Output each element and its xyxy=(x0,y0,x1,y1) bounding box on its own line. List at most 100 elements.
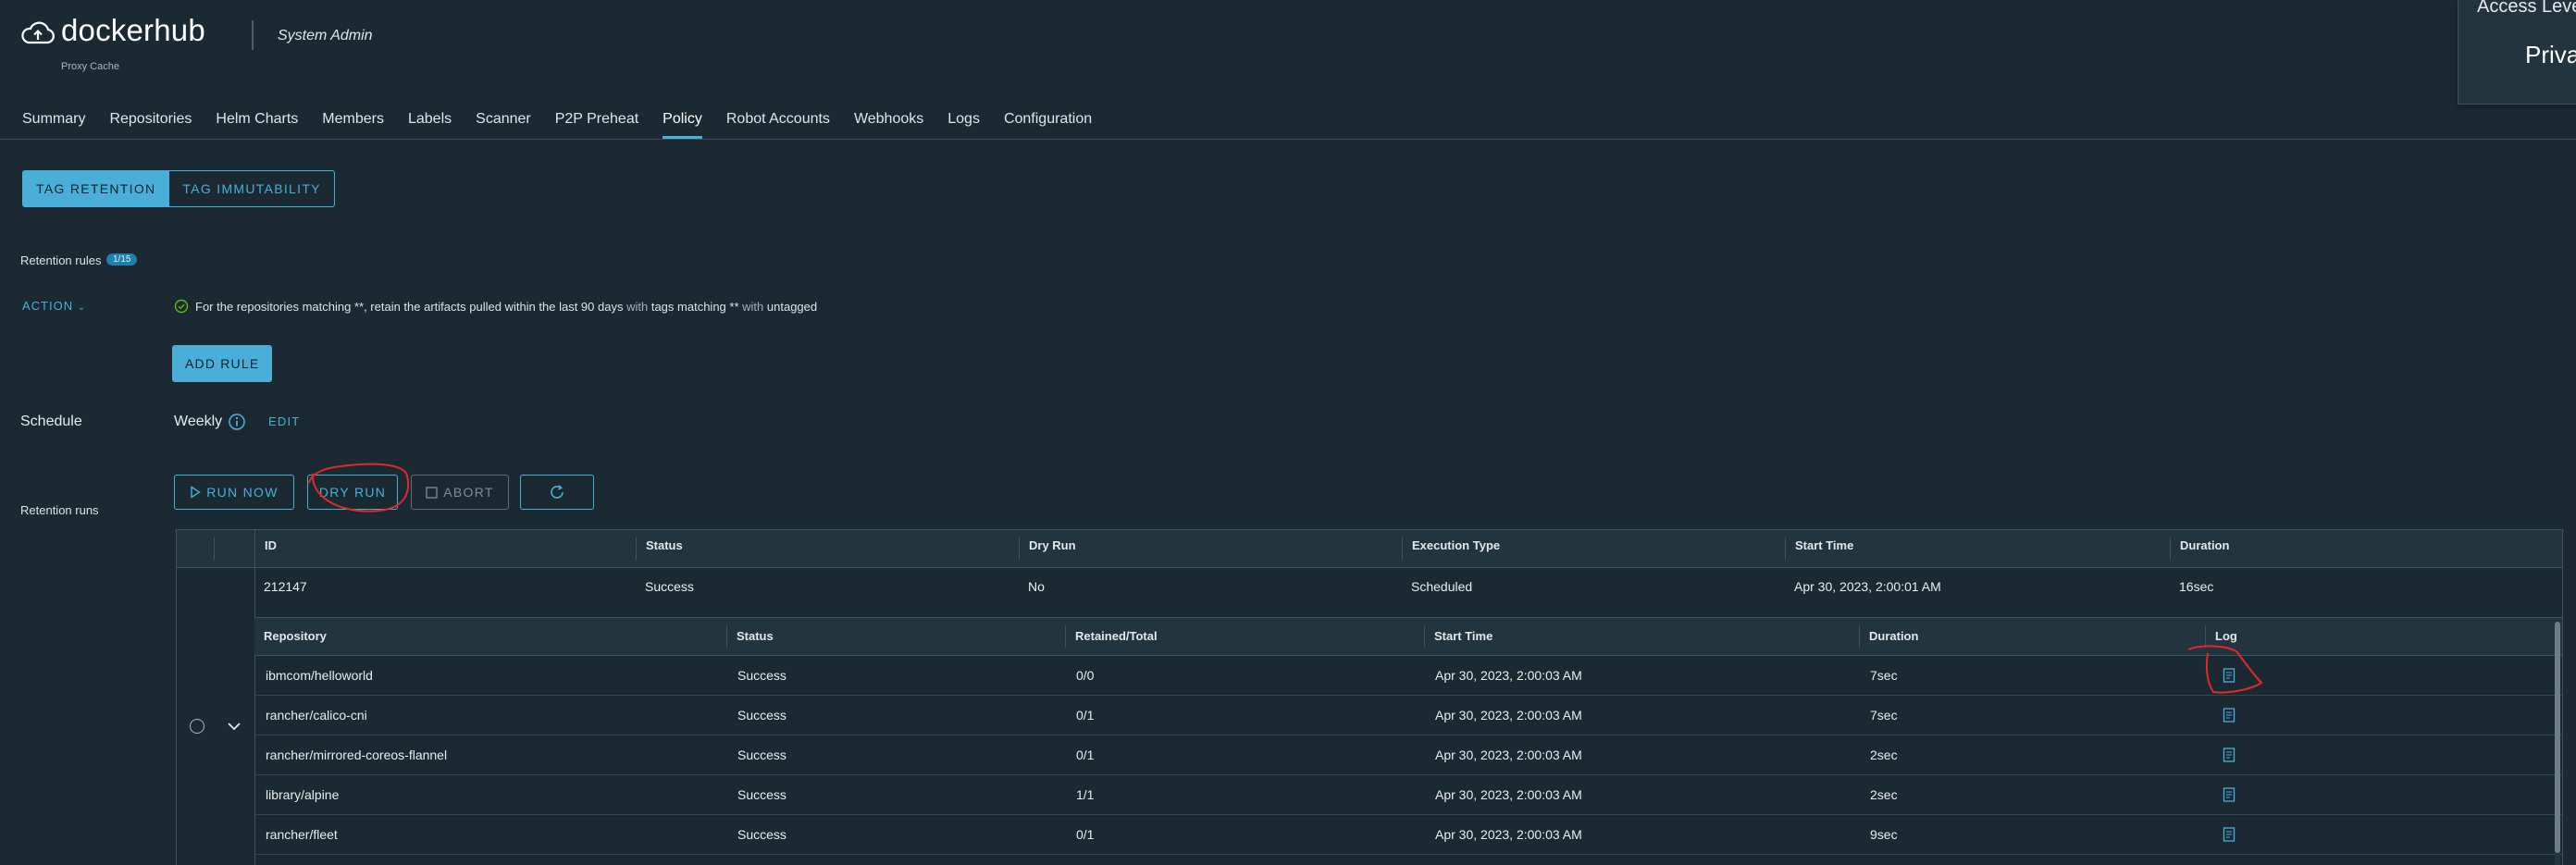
task-repository: rancher/calico-cni xyxy=(266,708,367,723)
col-repository[interactable]: Repository xyxy=(254,625,726,648)
task-duration: 2sec xyxy=(1870,787,1898,802)
policy-tab-group: TAG RETENTION TAG IMMUTABILITY xyxy=(22,170,335,207)
table-row[interactable]: ibmcom/helloworld Success 0/0 Apr 30, 20… xyxy=(254,656,2562,696)
tab-robot-accounts[interactable]: Robot Accounts xyxy=(726,111,830,139)
tab-logs[interactable]: Logs xyxy=(947,111,980,139)
tab-policy[interactable]: Policy xyxy=(663,111,702,139)
tab-webhooks[interactable]: Webhooks xyxy=(854,111,923,139)
run-now-label: RUN NOW xyxy=(206,485,279,500)
rule-with-1: with xyxy=(626,300,649,314)
retention-rule-text: For the repositories matching **, retain… xyxy=(195,300,817,314)
task-status: Success xyxy=(737,748,786,762)
col-id[interactable]: ID xyxy=(254,538,636,560)
tab-configuration[interactable]: Configuration xyxy=(1004,111,1092,139)
run-start-time: Apr 30, 2023, 2:00:01 AM xyxy=(1794,579,1941,594)
col-execution-type[interactable]: Execution Type xyxy=(1402,538,1785,560)
rules-count-badge: 1/15 xyxy=(106,253,138,266)
action-label: ACTION xyxy=(22,299,74,313)
dry-run-button[interactable]: DRY RUN xyxy=(307,475,398,510)
table-row[interactable]: rancher/fleet Success 0/1 Apr 30, 2023, … xyxy=(254,815,2562,855)
run-duration: 16sec xyxy=(2179,579,2214,594)
retention-runs-label: Retention runs xyxy=(20,503,99,517)
project-type: Proxy Cache xyxy=(61,61,119,72)
schedule-value: Weekly xyxy=(174,414,223,429)
tasks-scrollbar[interactable] xyxy=(2555,618,2560,865)
run-dry-run: No xyxy=(1028,579,1045,594)
run-execution-type: Scheduled xyxy=(1411,579,1473,594)
retention-rules-label: Retention rules xyxy=(20,253,102,267)
retention-tasks-table: Repository Status Retained/Total Start T… xyxy=(254,617,2562,865)
edit-schedule-button[interactable]: EDIT xyxy=(268,414,300,428)
task-retained: 0/0 xyxy=(1076,668,1095,683)
tab-scanner[interactable]: Scanner xyxy=(476,111,531,139)
col-start-time[interactable]: Start Time xyxy=(1785,538,2170,560)
cloud-upload-icon xyxy=(21,21,55,44)
task-repository: rancher/fleet xyxy=(266,827,338,842)
col-status[interactable]: Status xyxy=(636,538,1019,560)
chevron-down-icon[interactable] xyxy=(225,719,243,734)
task-duration: 9sec xyxy=(1870,827,1898,842)
tag-immutability-tab[interactable]: TAG IMMUTABILITY xyxy=(168,171,333,206)
add-rule-button[interactable]: ADD RULE xyxy=(172,345,273,382)
task-status: Success xyxy=(737,827,786,842)
table-row[interactable]: library/alpine Success 1/1 Apr 30, 2023,… xyxy=(254,775,2562,815)
rule-with-2: with xyxy=(742,300,764,314)
col-log[interactable]: Log xyxy=(2205,625,2547,648)
log-file-icon[interactable] xyxy=(2223,748,2235,762)
task-repository: library/alpine xyxy=(266,787,340,802)
table-row[interactable]: rancher/calico-cni Success 0/1 Apr 30, 2… xyxy=(254,696,2562,735)
scrollbar-thumb[interactable] xyxy=(2555,622,2560,853)
table-row[interactable]: 212147 Success No Scheduled Apr 30, 2023… xyxy=(254,568,2562,609)
table-row[interactable]: rancher/mirrored-coreos-flannel Success … xyxy=(254,735,2562,775)
run-id: 212147 xyxy=(264,579,307,594)
log-file-icon[interactable] xyxy=(2223,708,2235,723)
access-level-value: Private xyxy=(2525,41,2576,68)
col-task-duration[interactable]: Duration xyxy=(1859,625,2205,648)
task-status: Success xyxy=(737,708,786,723)
tab-repositories[interactable]: Repositories xyxy=(109,111,192,139)
action-dropdown[interactable]: ACTION ⌄ xyxy=(22,299,86,313)
refresh-icon xyxy=(551,485,564,499)
col-dry-run[interactable]: Dry Run xyxy=(1019,538,1402,560)
log-file-icon[interactable] xyxy=(2223,668,2235,683)
task-start-time: Apr 30, 2023, 2:00:03 AM xyxy=(1435,787,1582,802)
log-file-icon[interactable] xyxy=(2223,787,2235,802)
abort-button[interactable]: ABORT xyxy=(411,475,509,510)
check-circle-icon xyxy=(174,299,189,314)
task-retained: 0/1 xyxy=(1076,748,1095,762)
run-status: Success xyxy=(645,579,694,594)
tag-retention-tab[interactable]: TAG RETENTION xyxy=(23,171,169,206)
tasks-table-header: Repository Status Retained/Total Start T… xyxy=(254,618,2562,656)
task-repository: ibmcom/helloworld xyxy=(266,668,373,683)
refresh-button[interactable] xyxy=(520,475,594,510)
col-task-start-time[interactable]: Start Time xyxy=(1424,625,1859,648)
tab-labels[interactable]: Labels xyxy=(408,111,452,139)
schedule-label: Schedule xyxy=(20,414,82,429)
tab-p2p-preheat[interactable]: P2P Preheat xyxy=(555,111,638,139)
abort-label: ABORT xyxy=(443,485,494,500)
col-task-status[interactable]: Status xyxy=(726,625,1065,648)
task-start-time: Apr 30, 2023, 2:00:03 AM xyxy=(1435,748,1582,762)
task-retained: 0/1 xyxy=(1076,708,1095,723)
run-now-button[interactable]: RUN NOW xyxy=(174,475,294,510)
dry-run-label: DRY RUN xyxy=(318,485,387,500)
tab-helm-charts[interactable]: Helm Charts xyxy=(216,111,298,139)
header-divider xyxy=(252,20,254,50)
column-divider xyxy=(214,538,215,560)
row-select-radio[interactable] xyxy=(190,719,204,734)
col-retained-total[interactable]: Retained/Total xyxy=(1065,625,1424,648)
info-icon[interactable] xyxy=(228,413,246,431)
task-duration: 7sec xyxy=(1870,668,1898,683)
tab-members[interactable]: Members xyxy=(322,111,384,139)
chevron-down-icon: ⌄ xyxy=(77,303,87,313)
col-duration[interactable]: Duration xyxy=(2170,538,2558,560)
task-status: Success xyxy=(737,668,786,683)
task-repository: rancher/mirrored-coreos-flannel xyxy=(266,748,448,762)
log-file-icon[interactable] xyxy=(2223,827,2235,842)
rule-scope: For the repositories matching **, retain… xyxy=(195,300,624,314)
rule-untagged: untagged xyxy=(766,300,818,314)
access-level-panel: Access Level Private xyxy=(2458,0,2576,105)
task-start-time: Apr 30, 2023, 2:00:03 AM xyxy=(1435,827,1582,842)
tab-summary[interactable]: Summary xyxy=(22,111,85,139)
task-status: Success xyxy=(737,787,786,802)
